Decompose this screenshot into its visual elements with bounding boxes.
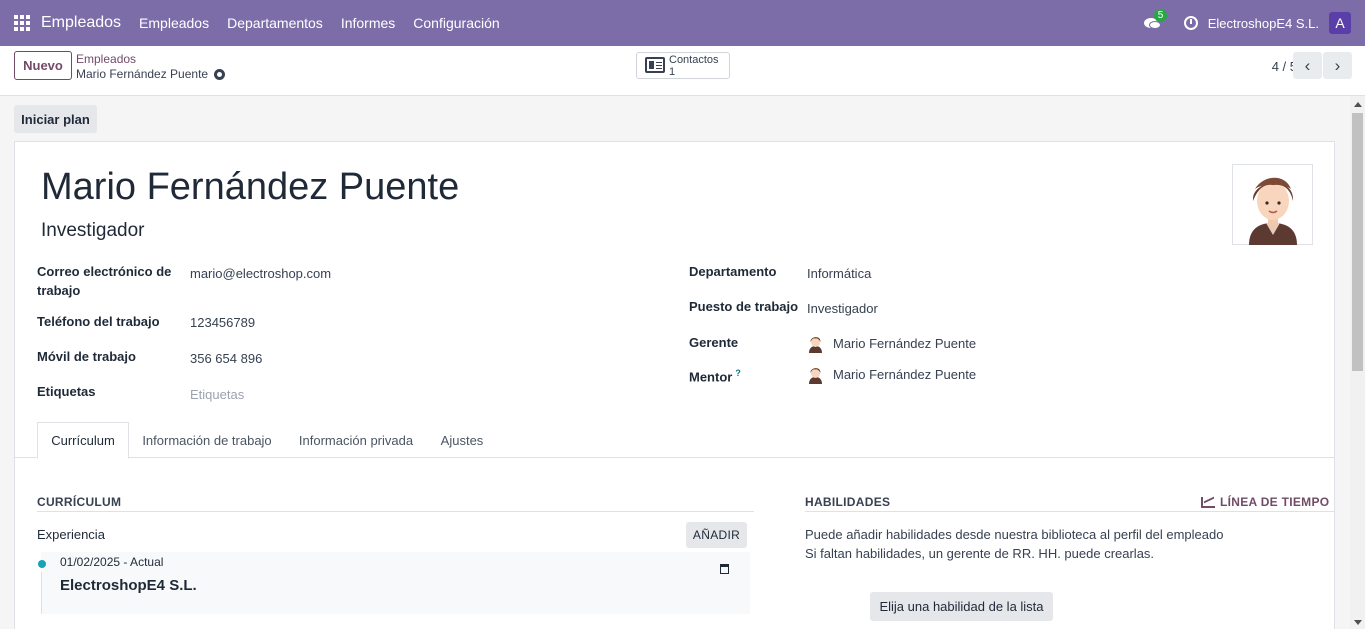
pager-previous-button[interactable]: ‹	[1293, 52, 1322, 79]
mobile-field[interactable]: 356 654 896	[190, 351, 262, 366]
work-email-field[interactable]: mario@electroshop.com	[190, 266, 331, 281]
menu-departamentos[interactable]: Departamentos	[227, 15, 323, 31]
control-panel: Nuevo Empleados Mario Fernández Puente C…	[0, 46, 1365, 96]
mobile-label: Móvil de trabajo	[37, 349, 136, 364]
action-bar: Iniciar plan	[0, 96, 1350, 142]
department-label: Departamento	[689, 264, 777, 279]
contacts-count: 1	[669, 66, 676, 78]
tab-private-information[interactable]: Información privada	[293, 422, 419, 458]
employee-name[interactable]: Mario Fernández Puente	[41, 166, 459, 209]
work-phone-label: Teléfono del trabajo	[37, 314, 160, 329]
breadcrumb-current-label: Mario Fernández Puente	[76, 67, 209, 81]
resume-line-name: ElectroshopE4 S.L.	[60, 577, 197, 594]
skills-timeline-link[interactable]: LÍNEA DE TIEMPO	[1220, 495, 1329, 509]
scroll-down-arrow-icon[interactable]	[1354, 620, 1362, 625]
app-name[interactable]: Empleados	[41, 14, 121, 32]
contacts-label: Contactos	[669, 54, 719, 66]
contact-card-icon	[645, 57, 665, 73]
breadcrumb-current: Mario Fernández Puente	[76, 67, 226, 81]
resume-divider	[37, 511, 754, 512]
mentor-label: Mentor?	[689, 364, 741, 386]
employee-form-sheet: Mario Fernández Puente Investigador Corr…	[14, 141, 1335, 629]
skills-help-line-1: Puede añadir habilidades desde nuestra b…	[805, 527, 1224, 542]
department-field[interactable]: Informática	[807, 266, 871, 281]
scroll-thumb[interactable]	[1352, 113, 1363, 371]
app-grid-icon[interactable]	[14, 14, 31, 32]
gear-icon[interactable]	[214, 68, 226, 80]
timeline-dot-icon	[38, 560, 46, 568]
add-resume-line-button[interactable]: AÑADIR	[686, 522, 747, 548]
user-avatar[interactable]: A	[1329, 12, 1351, 34]
resume-section-title: CURRÍCULUM	[37, 495, 122, 509]
menu-configuracion[interactable]: Configuración	[413, 15, 499, 31]
mentor-help-icon[interactable]: ?	[735, 368, 741, 378]
scroll-up-arrow-icon[interactable]	[1354, 102, 1362, 107]
chevron-right-icon: ›	[1334, 55, 1341, 75]
chat-icon[interactable]: 5	[1143, 9, 1168, 30]
mentor-field[interactable]: Mario Fernández Puente	[833, 367, 976, 382]
chevron-left-icon: ‹	[1304, 55, 1311, 75]
vertical-scrollbar[interactable]	[1350, 96, 1365, 629]
work-email-label: Correo electrónico de trabajo	[37, 264, 172, 298]
tab-curriculum[interactable]: Currículum	[37, 422, 129, 459]
chart-line-icon[interactable]	[1201, 497, 1215, 508]
manager-field[interactable]: Mario Fernández Puente	[833, 336, 976, 351]
tags-input[interactable]: Etiquetas	[190, 387, 244, 402]
tags-label: Etiquetas	[37, 384, 96, 399]
employee-avatar-illustration	[1249, 177, 1297, 245]
mentor-label-text: Mentor	[689, 369, 733, 385]
start-plan-button[interactable]: Iniciar plan	[14, 105, 97, 133]
clock-icon[interactable]	[1183, 16, 1198, 30]
work-phone-field[interactable]: 123456789	[190, 315, 255, 330]
skills-divider	[805, 511, 1334, 512]
skills-section-title: HABILIDADES	[805, 495, 891, 509]
manager-label: Gerente	[689, 335, 739, 350]
resume-group-experience: Experiencia	[37, 527, 105, 542]
contacts-smart-button[interactable]: Contactos 1	[636, 52, 730, 79]
chat-badge: 5	[1153, 9, 1168, 22]
menu-empleados[interactable]: Empleados	[139, 15, 209, 31]
menu-informes[interactable]: Informes	[341, 15, 395, 31]
tab-settings[interactable]: Ajustes	[433, 422, 491, 458]
timeline-line	[41, 572, 42, 614]
choose-skill-button[interactable]: Elija una habilidad de la lista	[870, 592, 1053, 621]
manager-avatar-icon	[809, 337, 822, 353]
form-tabs: Currículum Información de trabajo Inform…	[15, 422, 1334, 459]
employee-photo[interactable]	[1232, 164, 1313, 245]
pager-next-button[interactable]: ›	[1323, 52, 1352, 79]
tab-work-information[interactable]: Información de trabajo	[136, 422, 278, 458]
trash-icon[interactable]	[720, 564, 729, 574]
resume-line-date: 01/02/2025 - Actual	[60, 555, 164, 569]
skills-help-line-2: Si faltan habilidades, un gerente de RR.…	[805, 546, 1155, 561]
breadcrumb-parent[interactable]: Empleados	[76, 52, 136, 66]
job-position-field[interactable]: Investigador	[807, 301, 878, 316]
employee-job-title[interactable]: Investigador	[41, 220, 145, 242]
top-navbar: Empleados Empleados Departamentos Inform…	[0, 0, 1365, 46]
company-switcher[interactable]: ElectroshopE4 S.L.	[1208, 16, 1319, 31]
job-position-label: Puesto de trabajo	[689, 299, 799, 314]
mentor-avatar-icon	[809, 368, 822, 384]
new-button[interactable]: Nuevo	[14, 51, 72, 80]
